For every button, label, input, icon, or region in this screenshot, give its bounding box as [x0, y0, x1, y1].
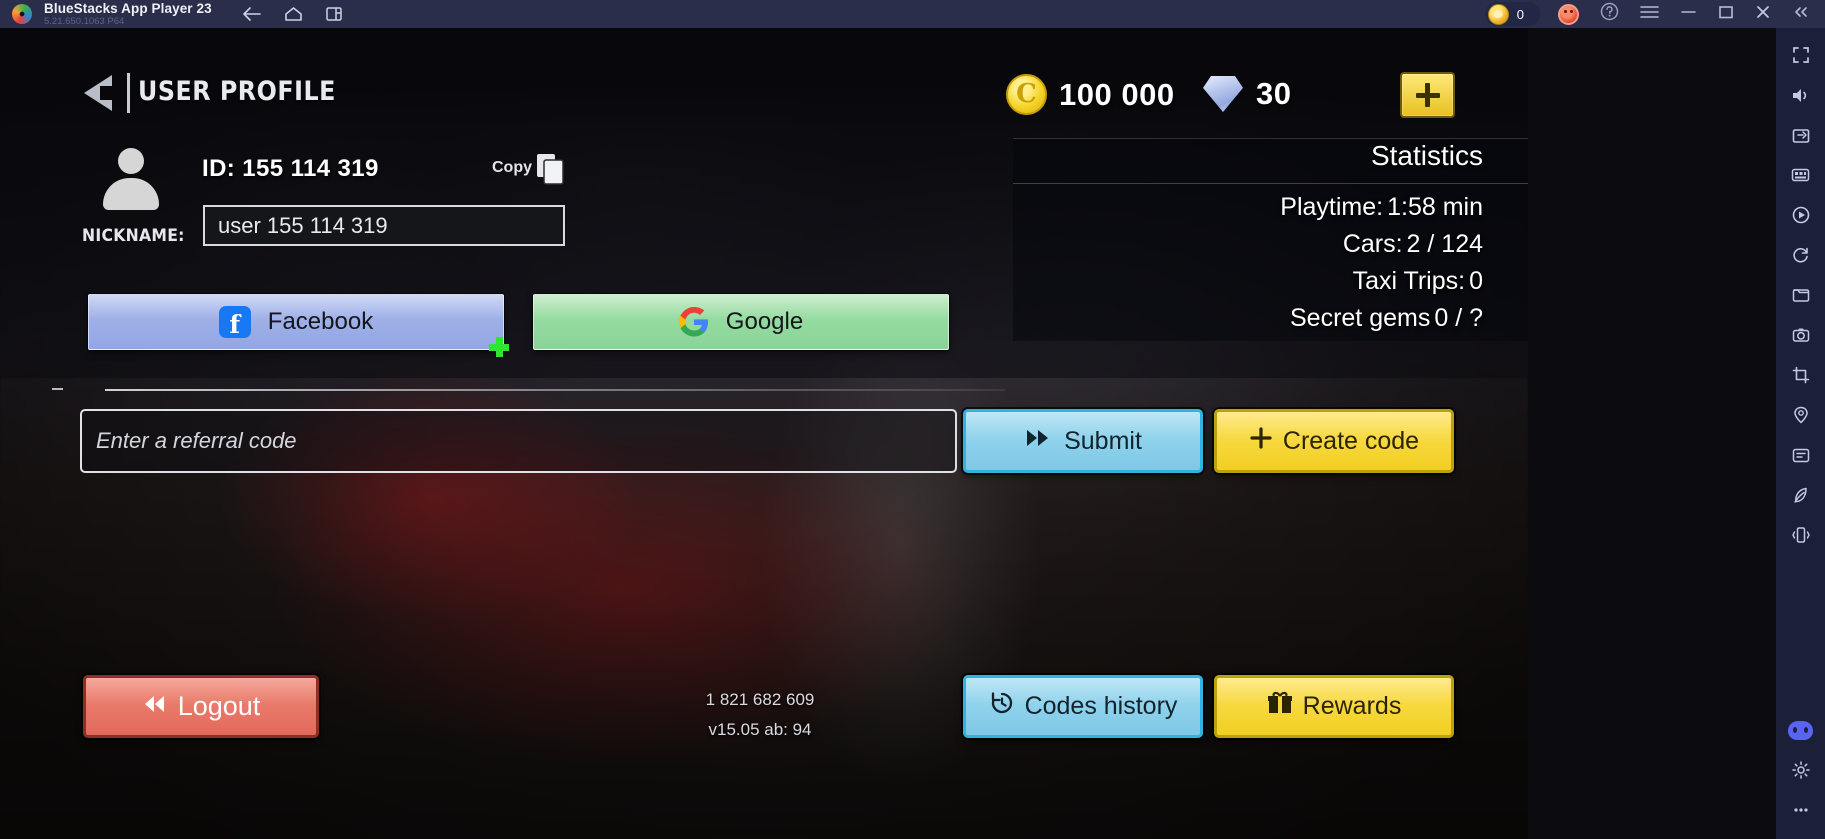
game-viewport: USER PROFILE C 100 000 30 NICKNAME: ID: …	[0, 28, 1528, 839]
section-divider	[105, 389, 1005, 391]
stat-label: Cars:	[1342, 230, 1403, 258]
shake-icon[interactable]	[1784, 520, 1818, 550]
nickname-input[interactable]	[203, 205, 565, 246]
avatar	[100, 148, 162, 210]
eco-mode-icon[interactable]	[1784, 480, 1818, 510]
titlebar-controls	[1558, 2, 1809, 26]
settings-icon[interactable]	[1784, 755, 1818, 785]
crop-icon[interactable]	[1784, 360, 1818, 390]
page-title: USER PROFILE	[138, 76, 336, 107]
keymapping-icon[interactable]	[1784, 160, 1818, 190]
google-label: Google	[725, 308, 804, 335]
stat-row: Taxi Trips: 0	[1013, 267, 1483, 296]
codes-history-button[interactable]: Codes history	[963, 675, 1203, 738]
maximize-icon[interactable]	[1718, 5, 1734, 24]
facebook-icon: f	[218, 306, 251, 338]
logout-label: Logout	[177, 691, 261, 721]
menu-icon[interactable]	[1640, 5, 1659, 24]
gift-icon	[1267, 691, 1293, 722]
bluestacks-titlebar: BlueStacks App Player 23 5.21.650.1063 P…	[0, 0, 1825, 28]
rotate-icon[interactable]	[1784, 240, 1818, 270]
build-number: 1 821 682 609	[705, 690, 815, 709]
stat-value: 1:58 min	[1387, 193, 1483, 221]
titlebar-coin-badge[interactable]: 0	[1484, 2, 1540, 26]
gem-icon	[1203, 76, 1243, 112]
nickname-label: NICKNAME:	[82, 226, 185, 246]
media-manager-icon[interactable]	[1784, 280, 1818, 310]
statistics-divider	[1013, 183, 1528, 184]
logout-arrow-icon	[142, 691, 168, 722]
collapse-icon[interactable]	[1792, 5, 1809, 24]
double-arrow-icon	[1024, 427, 1054, 456]
app-title: BlueStacks App Player 23	[44, 0, 212, 16]
home-icon[interactable]	[284, 6, 303, 22]
facebook-login-button[interactable]: f Facebook	[88, 294, 504, 350]
cursor-crosshair	[489, 337, 509, 357]
macro-icon[interactable]	[1784, 440, 1818, 470]
stat-row: Playtime: 1:58 min	[1013, 193, 1483, 222]
close-icon[interactable]	[1755, 5, 1771, 24]
stat-value: 2 / 124	[1406, 230, 1483, 258]
version-line: v15.05 ab: 94	[708, 719, 812, 739]
coin-icon: C	[1006, 74, 1047, 115]
divider-dash	[52, 388, 63, 390]
coin-amount: 100 000	[1059, 76, 1175, 112]
google-icon	[678, 307, 709, 337]
titlebar-nav	[242, 6, 343, 22]
create-code-label: Create code	[1282, 426, 1420, 455]
google-login-button[interactable]: Google	[533, 294, 949, 350]
avatar-body	[103, 178, 159, 210]
clock-history-icon	[989, 690, 1015, 723]
logout-button[interactable]: Logout	[83, 675, 319, 738]
plus-icon	[1249, 426, 1273, 457]
pig-mascot-icon[interactable]	[1558, 3, 1579, 25]
app-version: 5.21.650.1063 P64	[44, 16, 125, 27]
stat-value: 0 / ?	[1434, 304, 1483, 332]
screenshot-icon[interactable]	[1784, 120, 1818, 150]
coin-counter: C 100 000	[1006, 74, 1175, 115]
volume-icon[interactable]	[1784, 80, 1818, 110]
codes-history-label: Codes history	[1024, 692, 1178, 720]
submit-label: Submit	[1064, 426, 1142, 455]
copy-icon[interactable]	[534, 152, 568, 186]
avatar-head	[118, 148, 144, 174]
stat-value: 0	[1469, 267, 1483, 295]
user-id: ID: 155 114 319	[202, 155, 379, 182]
multi-instance-icon[interactable]	[325, 6, 343, 22]
coin-icon	[1487, 3, 1509, 25]
minimize-icon[interactable]	[1680, 5, 1697, 24]
rewards-label: Rewards	[1302, 692, 1402, 720]
stat-row: Cars: 2 / 124	[1013, 230, 1483, 259]
statistics-list: Playtime: 1:58 min Cars: 2 / 124 Taxi Trip…	[1013, 193, 1528, 341]
discord-icon[interactable]	[1784, 715, 1818, 745]
back-arrow-icon[interactable]	[78, 72, 122, 114]
rewards-button[interactable]: Rewards	[1214, 675, 1454, 738]
bluestacks-sidebar	[1776, 28, 1825, 839]
statistics-title: Statistics	[1370, 140, 1483, 171]
referral-code-input[interactable]	[80, 409, 957, 473]
coin-badge-value: 0	[1516, 6, 1524, 22]
fullscreen-icon[interactable]	[1784, 40, 1818, 70]
stat-label: Secret gems	[1290, 304, 1431, 332]
create-code-button[interactable]: Create code	[1214, 409, 1454, 473]
version-info: 1 821 682 609 v15.05 ab: 94	[640, 685, 880, 745]
stat-label: Taxi Trips:	[1352, 267, 1466, 295]
help-icon[interactable]	[1600, 2, 1619, 26]
back-icon[interactable]	[242, 6, 262, 22]
bluestacks-logo-icon	[12, 4, 32, 24]
copy-label[interactable]: Copy	[492, 159, 532, 177]
stat-row: Secret gems 0 / ?	[1013, 304, 1483, 333]
location-icon[interactable]	[1784, 400, 1818, 430]
stat-label: Playtime:	[1280, 193, 1384, 221]
submit-button[interactable]: Submit	[963, 409, 1203, 473]
title-divider	[127, 73, 130, 113]
app-title-block: BlueStacks App Player 23 5.21.650.1063 P…	[44, 0, 212, 27]
camera-icon[interactable]	[1784, 320, 1818, 350]
gem-counter: 30	[1203, 76, 1291, 112]
more-icon[interactable]	[1784, 795, 1818, 825]
add-currency-button[interactable]	[1400, 72, 1455, 118]
facebook-label: Facebook	[267, 308, 374, 335]
record-icon[interactable]	[1784, 200, 1818, 230]
gem-amount: 30	[1256, 76, 1292, 111]
